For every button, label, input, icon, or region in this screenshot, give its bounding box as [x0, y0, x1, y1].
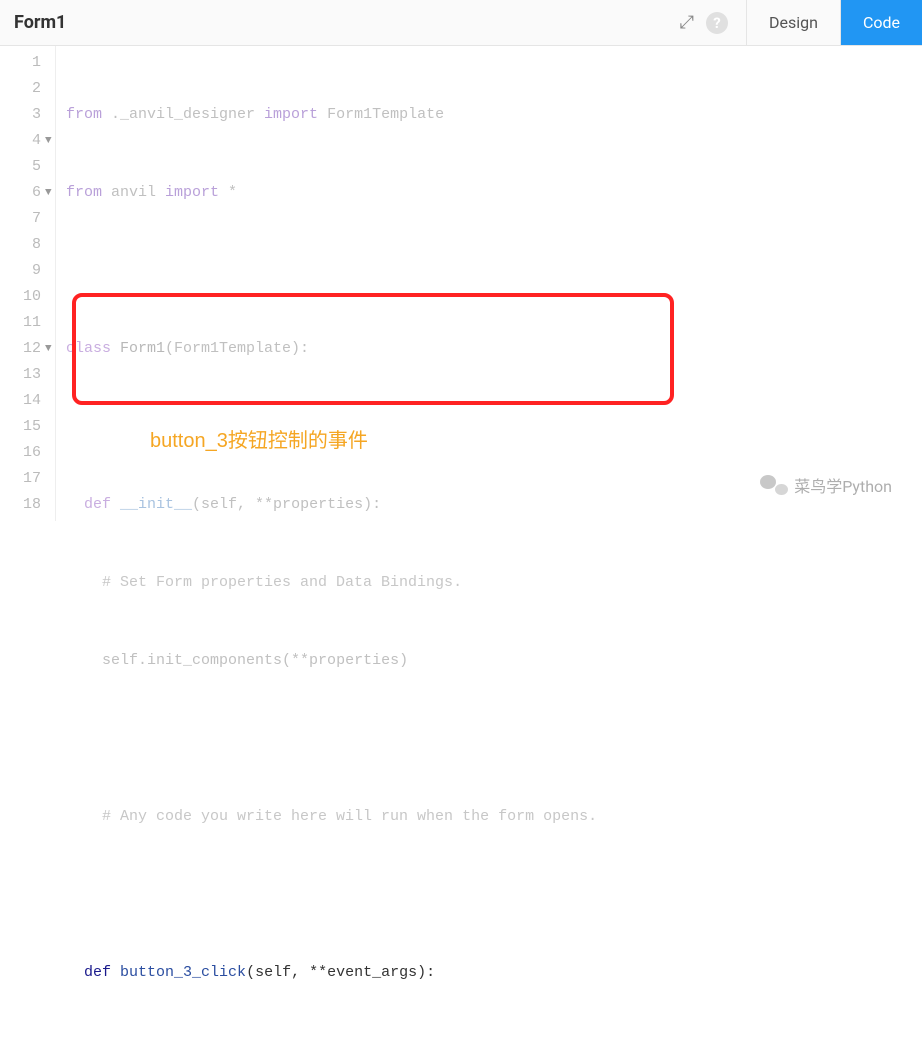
line-number: 12▼: [0, 336, 41, 362]
line-gutter: 1 2 3 4▼ 5 6▼ 7 8 9 10 11 12▼ 13 14 15 1…: [0, 46, 56, 521]
fold-icon[interactable]: ▼: [45, 336, 52, 362]
expand-icon[interactable]: ⤢: [680, 12, 694, 33]
line-number: 13: [0, 362, 41, 388]
line-number: 7: [0, 206, 41, 232]
annotation-text: button_3按钮控制的事件: [150, 424, 368, 453]
line-number: 2: [0, 76, 41, 102]
code-line: class Form1(Form1Template):: [66, 336, 922, 362]
line-number: 14: [0, 388, 41, 414]
line-number: 16: [0, 440, 41, 466]
line-number: 10: [0, 284, 41, 310]
watermark-text: 菜鸟学Python: [794, 473, 892, 497]
code-line: [66, 882, 922, 908]
tab-code[interactable]: Code: [840, 0, 922, 45]
code-line: # Any code you write here will run when …: [66, 804, 922, 830]
header-left: Form1: [0, 12, 66, 33]
line-number: 1: [0, 50, 41, 76]
code-line: def button_3_click(self, **event_args):: [66, 960, 922, 986]
code-line: from anvil import *: [66, 180, 922, 206]
form-title: Form1: [14, 12, 66, 33]
line-number: 9: [0, 258, 41, 284]
header-right: ⤢ ? Design Code: [680, 0, 922, 45]
fold-icon[interactable]: ▼: [45, 180, 52, 206]
line-number: 6▼: [0, 180, 41, 206]
fold-icon[interactable]: ▼: [45, 128, 52, 154]
line-number: 3: [0, 102, 41, 128]
watermark: 菜鸟学Python: [760, 473, 892, 497]
line-number: 8: [0, 232, 41, 258]
tab-design[interactable]: Design: [746, 0, 840, 45]
code-line: # Set Form properties and Data Bindings.: [66, 570, 922, 596]
line-number: 4▼: [0, 128, 41, 154]
line-number: 18: [0, 492, 41, 518]
line-number: 15: [0, 414, 41, 440]
code-line: from ._anvil_designer import Form1Templa…: [66, 102, 922, 128]
line-number: 17: [0, 466, 41, 492]
line-number: 5: [0, 154, 41, 180]
code-editor[interactable]: 1 2 3 4▼ 5 6▼ 7 8 9 10 11 12▼ 13 14 15 1…: [0, 46, 922, 521]
code-line: [66, 258, 922, 284]
editor-header: Form1 ⤢ ? Design Code: [0, 0, 922, 46]
code-line: """This method is called when the button…: [66, 1038, 922, 1042]
line-number: 11: [0, 310, 41, 336]
help-icon[interactable]: ?: [706, 12, 728, 34]
wechat-icon: [760, 473, 788, 497]
code-line: [66, 726, 922, 752]
code-line: self.init_components(**properties): [66, 648, 922, 674]
